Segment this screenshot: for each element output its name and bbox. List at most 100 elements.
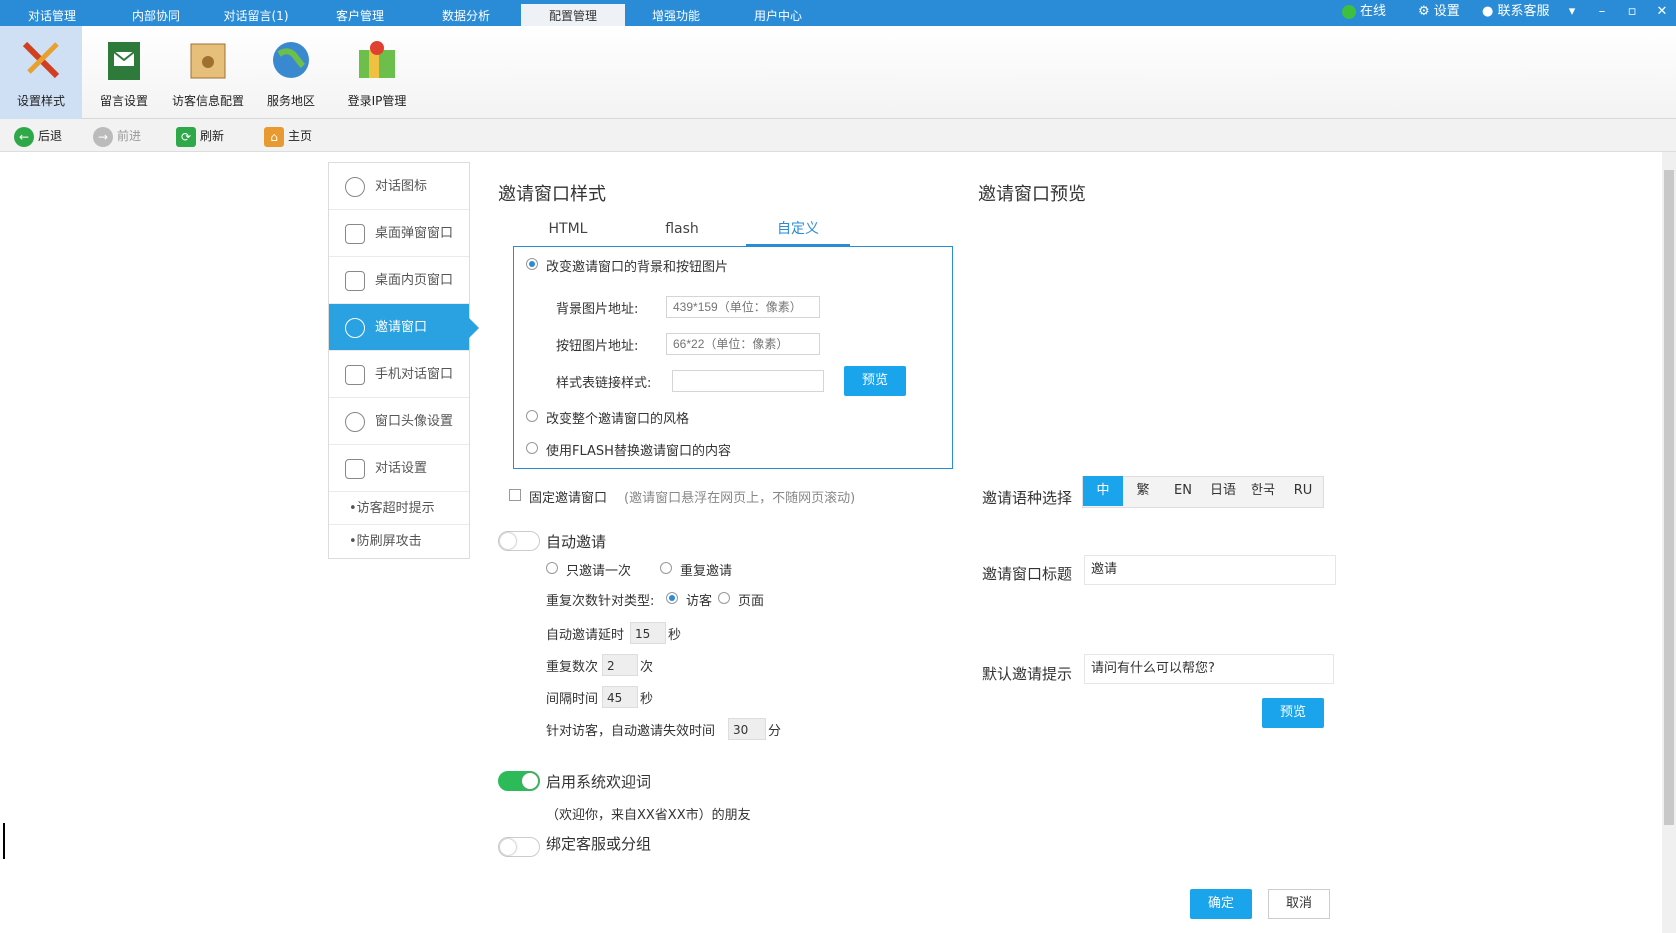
invite-preview-title: 邀请窗口预览 (978, 184, 1086, 205)
refresh-button[interactable]: ⟳ 刷新 (176, 125, 224, 147)
radio-repeat-invite[interactable] (660, 562, 672, 574)
close-icon[interactable]: ✕ (1652, 0, 1672, 26)
welcome-toggle[interactable] (498, 771, 540, 791)
settings-side-menu: 对话图标 桌面弹窗窗口 桌面内页窗口 邀请窗口 手机对话窗口 窗口头像设置 对话… (328, 162, 479, 559)
bind-agent-toggle[interactable] (498, 837, 540, 857)
menu-visitor-timeout[interactable]: •访客超时提示 (329, 492, 469, 525)
default-tip-input[interactable]: 请问有什么可以帮您? (1084, 654, 1334, 684)
fixed-window-label: 固定邀请窗口 (529, 491, 608, 506)
minimize-icon[interactable]: – (1592, 0, 1612, 26)
invite-style-title: 邀请窗口样式 (498, 184, 606, 205)
visitor-label: 访客 (686, 594, 713, 609)
navigation-bar: ← 后退 → 前进 ⟳ 刷新 ⌂ 主页 (0, 119, 1676, 152)
tab-internal-collab[interactable]: 内部协同 (104, 0, 208, 26)
refresh-icon: ⟳ (176, 126, 196, 147)
online-status[interactable]: 在线 (1342, 0, 1386, 26)
tab-flash[interactable]: flash (646, 216, 718, 246)
interval-input[interactable]: 45 (602, 686, 638, 708)
window-title-label: 邀请窗口标题 (982, 565, 1073, 583)
invite-once-label: 只邀请一次 (566, 564, 632, 579)
tab-config[interactable]: 配置管理 (521, 4, 625, 26)
delay-label: 自动邀请延时 (546, 628, 625, 643)
menu-dialog-icon[interactable]: 对话图标 (329, 163, 469, 210)
repeat-times-input[interactable]: 2 (602, 654, 638, 676)
radio-change-style[interactable] (526, 410, 538, 422)
message-book-icon (108, 42, 140, 80)
ribbon-message-settings[interactable]: 留言设置 (86, 26, 162, 119)
ribbon-toolbar: 设置样式 留言设置 访客信息配置 服务地区 登录IP管理 (0, 26, 1676, 119)
radio-visitor[interactable] (666, 592, 678, 604)
tab-enhance[interactable]: 增强功能 (624, 0, 728, 26)
delay-input[interactable]: 15 (630, 622, 666, 644)
opt-change-images-label: 改变邀请窗口的背景和按钮图片 (546, 260, 729, 275)
menu-anti-spam[interactable]: •防刷屏攻击 (329, 525, 469, 558)
tab-html[interactable]: HTML (536, 216, 600, 246)
maximize-icon[interactable]: ▫ (1622, 0, 1642, 26)
radio-change-images[interactable] (526, 258, 538, 270)
lang-ja[interactable]: 日语 (1203, 476, 1243, 506)
auto-invite-toggle[interactable] (498, 531, 540, 551)
lang-ru[interactable]: RU (1283, 476, 1323, 506)
radio-page[interactable] (718, 592, 730, 604)
tab-customers[interactable]: 客户管理 (308, 0, 412, 26)
default-tip-label: 默认邀请提示 (982, 665, 1073, 683)
menu-mobile-window[interactable]: 手机对话窗口 (329, 351, 469, 398)
welcome-label: 启用系统欢迎词 (546, 773, 652, 791)
home-button[interactable]: ⌂ 主页 (264, 125, 312, 147)
btn-image-label: 按钮图片地址: (556, 339, 639, 354)
expire-input[interactable]: 30 (728, 718, 766, 740)
tab-messages[interactable]: 对话留言(1) (204, 0, 308, 26)
lang-zh[interactable]: 中 (1083, 476, 1123, 506)
menu-desktop-inpage[interactable]: 桌面内页窗口 (329, 257, 469, 304)
expire-label: 针对访客，自动邀请失效时间 (546, 724, 716, 739)
menu-invite-window[interactable]: 邀请窗口 (329, 304, 479, 351)
fixed-window-checkbox[interactable] (509, 489, 521, 501)
radio-invite-once[interactable] (546, 562, 558, 574)
lang-en[interactable]: EN (1163, 476, 1203, 506)
repeat-type-label: 重复次数针对类型: (546, 594, 655, 609)
lang-ko[interactable]: 한국 (1243, 476, 1283, 506)
chat-bubble-icon (345, 177, 365, 197)
pages-icon (345, 271, 365, 291)
preview-button-right[interactable]: 预览 (1262, 698, 1324, 728)
tab-dialog-management[interactable]: 对话管理 (0, 0, 104, 26)
back-button[interactable]: ← 后退 (14, 125, 62, 147)
css-link-label: 样式表链接样式: (556, 376, 652, 391)
menu-desktop-popup[interactable]: 桌面弹窗窗口 (329, 210, 469, 257)
cancel-button[interactable]: 取消 (1268, 889, 1330, 919)
menu-dialog-settings[interactable]: 对话设置 (329, 445, 469, 492)
window-title-input[interactable]: 邀请 (1084, 555, 1336, 585)
bg-image-input[interactable] (666, 296, 820, 318)
lang-zh-tw[interactable]: 繁 (1123, 476, 1163, 506)
btn-image-input[interactable] (666, 333, 820, 355)
tab-data-analysis[interactable]: 数据分析 (414, 0, 518, 26)
home-icon: ⌂ (264, 126, 284, 147)
ribbon-login-ip[interactable]: 登录IP管理 (338, 26, 416, 119)
contact-support-link[interactable]: ● 联系客服 (1482, 0, 1550, 26)
preview-button-left[interactable]: 预览 (844, 366, 906, 396)
css-link-input[interactable] (672, 370, 824, 392)
dropdown-icon[interactable]: ▾ (1562, 0, 1582, 26)
avatar-icon (345, 412, 365, 432)
lang-select-label: 邀请语种选择 (982, 489, 1073, 507)
ribbon-visitor-info[interactable]: 访客信息配置 (168, 26, 248, 119)
bind-agent-label: 绑定客服或分组 (546, 835, 652, 853)
globe-icon (273, 42, 309, 78)
forward-button[interactable]: → 前进 (93, 125, 141, 147)
menu-avatar-settings[interactable]: 窗口头像设置 (329, 398, 469, 445)
toggle-knob (500, 839, 516, 855)
back-arrow-icon: ← (14, 126, 34, 147)
ok-button[interactable]: 确定 (1190, 889, 1252, 919)
ribbon-style-settings[interactable]: 设置样式 (0, 26, 82, 119)
vertical-scrollbar[interactable] (1662, 152, 1676, 933)
gear-icon: ⚙ (1418, 4, 1430, 19)
tab-user-center[interactable]: 用户中心 (726, 0, 830, 26)
map-icon (359, 41, 395, 78)
settings-link[interactable]: ⚙ 设置 (1418, 0, 1460, 26)
tab-custom[interactable]: 自定义 (746, 216, 850, 246)
ribbon-service-area[interactable]: 服务地区 (256, 26, 326, 119)
toggle-knob (522, 773, 538, 789)
text-cursor (3, 823, 5, 859)
radio-use-flash[interactable] (526, 442, 538, 454)
scroll-thumb[interactable] (1664, 170, 1674, 825)
